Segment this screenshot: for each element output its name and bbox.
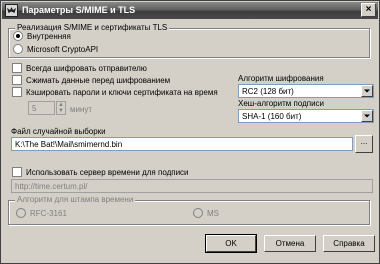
- cipher-value: RC2 (128 бит): [242, 87, 294, 96]
- ok-button[interactable]: OK: [205, 234, 257, 253]
- browse-button[interactable]: ...: [355, 135, 373, 153]
- hash-value: SHA-1 (160 бит): [242, 112, 302, 121]
- compress-label: Сжимать данные перед шифрованием: [26, 76, 171, 85]
- bat-app-icon: [5, 4, 18, 17]
- radio-rfc3161-label: RFC-3161: [30, 209, 67, 218]
- cache-minutes-unit: минут: [70, 105, 93, 114]
- implementation-group-legend: Реализация S/MIME и сертификаты TLS: [15, 23, 170, 32]
- cancel-button-label: Отмена: [275, 239, 305, 248]
- cache-minutes-value: 5: [32, 104, 37, 113]
- always-encrypt-label: Всегда шифровать отправителю: [26, 64, 147, 73]
- random-file-label: Файл случайной выборки: [11, 127, 106, 136]
- cache-passwords-checkbox[interactable]: [12, 87, 22, 97]
- radio-cryptoapi[interactable]: [13, 44, 23, 54]
- ok-button-label: OK: [225, 239, 237, 248]
- spin-down-icon[interactable]: ▼: [57, 108, 65, 114]
- window-title: Параметры S/MIME и TLS: [22, 5, 136, 15]
- cache-passwords-label: Кэшировать пароли и ключи сертификата на…: [26, 88, 218, 97]
- title-bar[interactable]: Параметры S/MIME и TLS ×: [2, 2, 378, 19]
- random-file-input[interactable]: K:\The Bat!\Mail\smimernd.bin: [11, 137, 353, 151]
- cancel-button[interactable]: Отмена: [264, 235, 316, 252]
- use-timestamp-label: Использовать сервер времени для подписи: [26, 168, 189, 177]
- chevron-down-icon: [364, 89, 370, 93]
- chevron-down-icon: [364, 114, 370, 118]
- close-icon: ×: [365, 4, 372, 15]
- browse-button-label: ...: [360, 137, 368, 146]
- radio-ms-label: MS: [207, 209, 219, 218]
- hash-label: Хеш-алгоритм подписи: [238, 99, 325, 108]
- close-button[interactable]: ×: [361, 3, 376, 17]
- help-button-label: Справка: [333, 239, 365, 248]
- smime-tls-dialog: Параметры S/MIME и TLS × Реализация S/MI…: [0, 0, 380, 264]
- radio-internal-label: Внутренняя: [27, 32, 71, 41]
- compress-checkbox[interactable]: [12, 75, 22, 85]
- radio-rfc3161[interactable]: [16, 208, 26, 218]
- cache-minutes-input[interactable]: 5: [28, 101, 55, 115]
- help-button[interactable]: Справка: [323, 235, 375, 252]
- cipher-dropdown-button[interactable]: [361, 85, 373, 97]
- timestamp-server-placeholder: http://time.certum.pl/: [15, 182, 88, 191]
- hash-dropdown-button[interactable]: [361, 110, 373, 122]
- radio-internal[interactable]: [13, 31, 23, 41]
- radio-cryptoapi-label: Microsoft CryptoAPI: [27, 45, 99, 54]
- timestamp-server-input[interactable]: http://time.certum.pl/: [11, 179, 373, 193]
- random-file-value: K:\The Bat!\Mail\smimernd.bin: [15, 140, 123, 149]
- use-timestamp-checkbox[interactable]: [12, 167, 22, 177]
- timestamp-algorithm-legend: Алгоритм для штампа времени: [15, 195, 136, 204]
- radio-ms[interactable]: [193, 208, 203, 218]
- cipher-select[interactable]: RC2 (128 бит): [238, 84, 374, 98]
- cipher-label: Алгоритм шифрования: [238, 74, 324, 83]
- cache-minutes-spinner[interactable]: ▲ ▼: [56, 101, 66, 115]
- hash-select[interactable]: SHA-1 (160 бит): [238, 109, 374, 123]
- always-encrypt-checkbox[interactable]: [12, 63, 22, 73]
